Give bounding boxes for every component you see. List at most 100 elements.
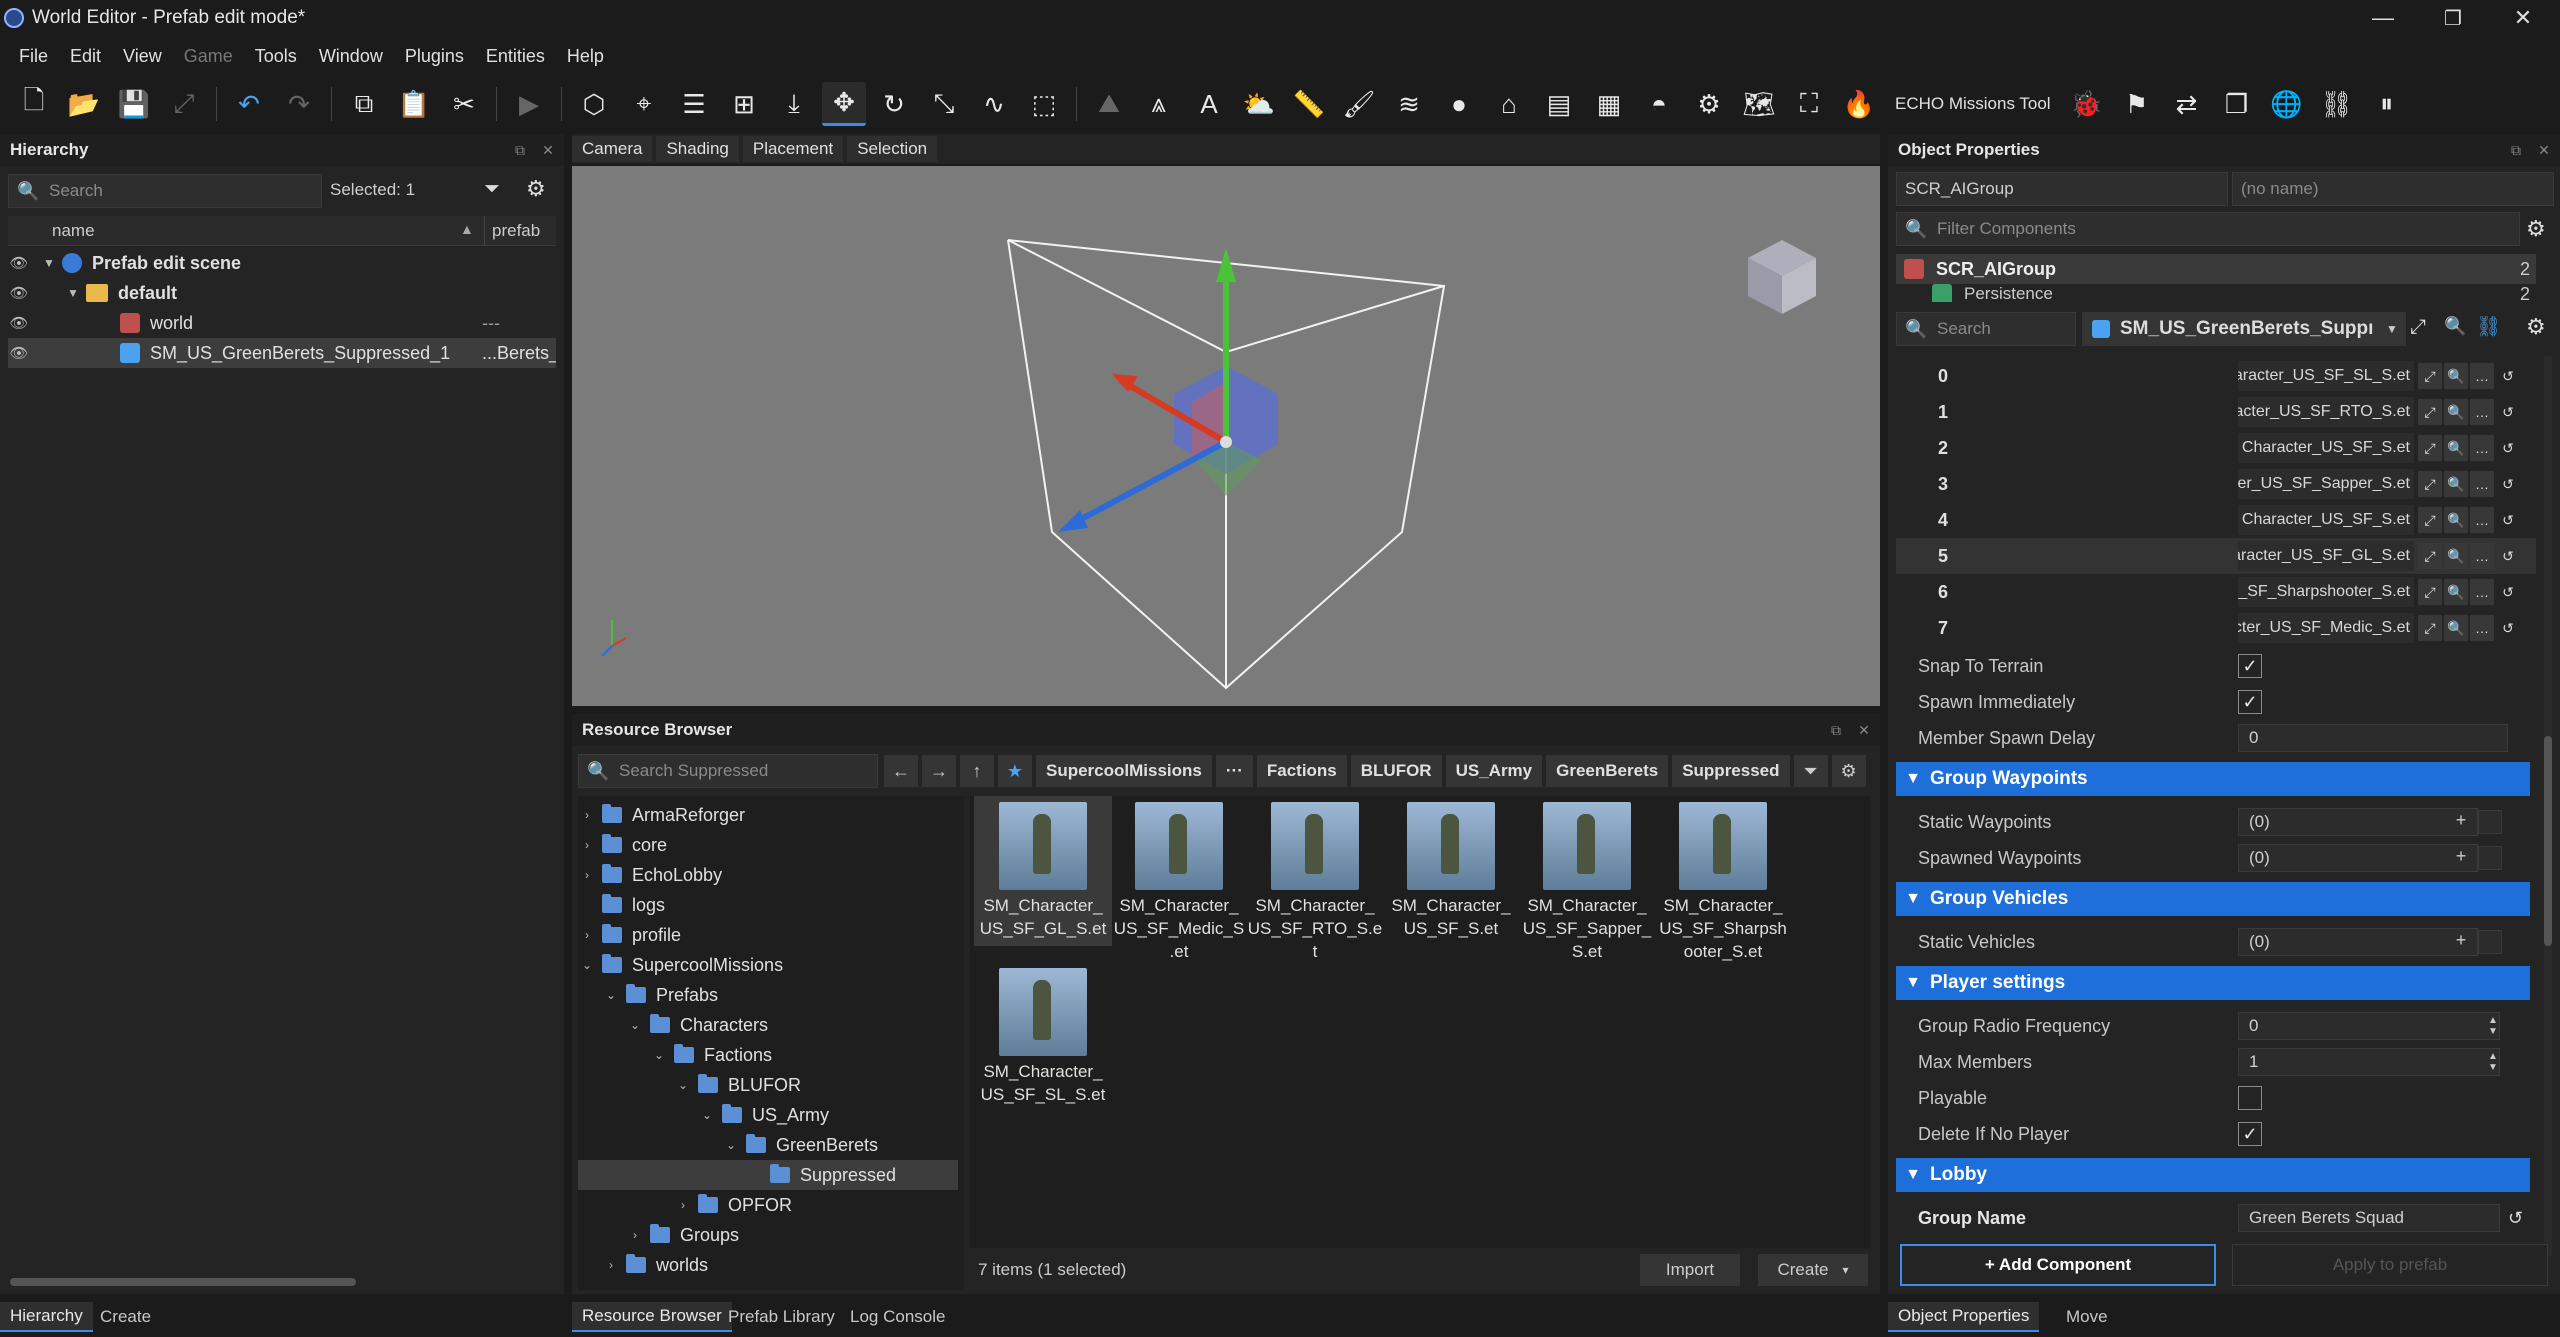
breadcrumb-item[interactable]: Factions	[1256, 755, 1347, 787]
file-item[interactable]: SM_Character_ US_SF_S.et	[1382, 796, 1520, 940]
export-icon[interactable]: ⤢	[162, 82, 206, 126]
save-icon[interactable]: 💾	[112, 82, 156, 126]
menu-entities[interactable]: Entities	[475, 46, 556, 67]
box-icon[interactable]: ▤	[1537, 82, 1581, 126]
group-radio-frequency-input[interactable]: 0	[2238, 1012, 2500, 1040]
property-search-input[interactable]: 🔍 Search	[1896, 312, 2076, 346]
play-icon[interactable]: ▶	[507, 82, 551, 126]
tree-folder-profile[interactable]: › profile	[580, 920, 681, 950]
open-external-icon[interactable]: ⤢	[2418, 435, 2442, 461]
file-item[interactable]: SM_Character_ US_SF_SL_S.et	[974, 962, 1112, 1106]
stack-icon[interactable]: ❐	[2215, 82, 2259, 126]
section-group-waypoints[interactable]: ▼ Group Waypoints	[1896, 762, 2530, 796]
cut-icon[interactable]: ✂	[442, 82, 486, 126]
array-row[interactable]: 4 Character_US_SF_S.et ⤢ 🔍… ↺	[1896, 502, 2536, 538]
tab-prefab-library[interactable]: Prefab Library	[718, 1302, 845, 1332]
spinner-arrows-icon[interactable]: ▲ ▼	[2488, 1051, 2498, 1073]
tree-folder-us-army[interactable]: ⌄ US_Army	[700, 1100, 829, 1130]
curve-tool-icon[interactable]: ∿	[972, 82, 1016, 126]
forward-arrow-icon[interactable]: →	[922, 755, 956, 787]
reset-icon[interactable]: ↺	[2496, 615, 2520, 641]
reset-icon[interactable]: ↺	[2496, 579, 2520, 605]
breadcrumb-item[interactable]: GreenBerets	[1546, 755, 1669, 787]
more-icon[interactable]: …	[2470, 615, 2494, 641]
settings-gear-icon[interactable]: ⚙	[526, 176, 546, 202]
tab-hierarchy[interactable]: Hierarchy	[0, 1302, 93, 1332]
settings-gear-icon[interactable]: ⚙	[2526, 216, 2546, 242]
map-icon[interactable]: 🗺	[1737, 82, 1781, 126]
menu-file[interactable]: File	[8, 46, 59, 67]
column-prefab[interactable]: prefab	[492, 221, 540, 241]
add-icon[interactable]: +	[2450, 846, 2472, 870]
search-icon[interactable]: 🔍	[2444, 363, 2468, 389]
tree-row-prefab-scene[interactable]: 👁 ▼ Prefab edit scene	[8, 248, 556, 278]
target-icon[interactable]: ⌖	[622, 82, 666, 126]
open-external-icon[interactable]: ⤢	[2418, 399, 2442, 425]
search-icon[interactable]: 🔍	[2444, 399, 2468, 425]
sphere-icon[interactable]: ●	[1437, 82, 1481, 126]
tree-row-greenberets[interactable]: 👁 SM_US_GreenBerets_Suppressed_1 ...Bere…	[8, 338, 556, 368]
add-component-button[interactable]: + Add Component	[1900, 1244, 2216, 1286]
menu-help[interactable]: Help	[556, 46, 615, 67]
panel-close-icon[interactable]: ✕	[2536, 142, 2552, 158]
more-icon[interactable]: …	[2470, 471, 2494, 497]
file-item[interactable]: SM_Character_ US_SF_Sharpsh ooter_S.et	[1654, 796, 1792, 963]
more-icon[interactable]: …	[2470, 399, 2494, 425]
group-name-input[interactable]: Green Berets Squad	[2238, 1204, 2500, 1232]
filter-icon[interactable]: ⏷	[484, 178, 500, 201]
rotate-tool-icon[interactable]: ↻	[872, 82, 916, 126]
spinner-arrows-icon[interactable]: ▲ ▼	[2488, 1015, 2498, 1037]
ruler-icon[interactable]: 📏	[1287, 82, 1331, 126]
array-row[interactable]: 3Character_US_SF_Sapper_S.et⤢🔍…↺	[1896, 466, 2536, 502]
array-options-box[interactable]	[2478, 846, 2502, 870]
tab-shading[interactable]: Shading	[656, 136, 739, 162]
gears-icon[interactable]: ⚙	[1687, 82, 1731, 126]
more-icon[interactable]: …	[2470, 363, 2494, 389]
breadcrumb-item[interactable]: ···	[1215, 755, 1253, 787]
reset-icon[interactable]: ↺	[2496, 399, 2520, 425]
3d-viewport[interactable]	[572, 166, 1880, 706]
array-options-box[interactable]	[2478, 930, 2502, 954]
array-row[interactable]: 7Character_US_SF_Medic_S.et⤢🔍…↺	[1896, 610, 2536, 646]
settings-gear-icon[interactable]: ⚙	[1831, 755, 1866, 787]
chevron-down-icon[interactable]: ▼	[2378, 312, 2406, 346]
prefab-reference-field[interactable]: SM_US_GreenBerets_Suppı	[2082, 312, 2378, 346]
tab-object-properties[interactable]: Object Properties	[1888, 1302, 2040, 1332]
visibility-eye-icon[interactable]: 👁	[8, 314, 30, 332]
component-row[interactable]: SCR_AIGroup 2	[1896, 254, 2536, 284]
open-external-icon[interactable]: ⤢	[2418, 543, 2442, 569]
panel-close-icon[interactable]: ✕	[540, 142, 556, 158]
delete-if-no-player-checkbox[interactable]: ✓	[2238, 1122, 2262, 1146]
tree-folder-echolobby[interactable]: › EchoLobby	[580, 860, 722, 890]
visibility-eye-icon[interactable]: 👁	[8, 254, 30, 272]
tab-create[interactable]: Create	[90, 1302, 161, 1332]
breadcrumb-item[interactable]: BLUFOR	[1350, 755, 1442, 787]
hierarchy-search-input[interactable]: 🔍 Search	[8, 174, 322, 208]
float-icon[interactable]: ⧉	[512, 142, 528, 158]
array-options-box[interactable]	[2478, 810, 2502, 834]
array-row[interactable]: 2 Character_US_SF_S.et ⤢ 🔍… ↺	[1896, 430, 2536, 466]
globe-icon[interactable]: 🌐	[2265, 82, 2309, 126]
visibility-eye-icon[interactable]: 👁	[8, 284, 30, 302]
breadcrumb-item[interactable]: US_Army	[1445, 755, 1543, 787]
tree-folder-prefabs[interactable]: ⌄ Prefabs	[604, 980, 718, 1010]
section-group-vehicles[interactable]: ▼ Group Vehicles	[1896, 882, 2530, 916]
reset-icon[interactable]: ↺	[2496, 435, 2520, 461]
bug-icon[interactable]: 🐞	[2065, 82, 2109, 126]
spawned-waypoints-field[interactable]: (0)	[2238, 844, 2478, 872]
more-icon[interactable]: …	[2470, 543, 2494, 569]
cube-icon[interactable]: ⬡	[572, 82, 616, 126]
menu-tools[interactable]: Tools	[244, 46, 308, 67]
flame-icon[interactable]: 🔥	[1837, 82, 1881, 126]
search-icon[interactable]: 🔍	[2444, 435, 2468, 461]
select-rect-icon[interactable]: ⬚	[1022, 82, 1066, 126]
array-row[interactable]: 5Character_US_SF_GL_S.et⤢🔍…↺	[1896, 538, 2536, 574]
tree-folder-characters[interactable]: ⌄ Characters	[628, 1010, 768, 1040]
echo-missions-tool-button[interactable]: ECHO Missions Tool	[1887, 84, 2059, 124]
open-external-icon[interactable]: ⤢	[2418, 471, 2442, 497]
gizmo-arrow-y[interactable]	[1216, 248, 1236, 282]
reset-icon[interactable]: ↺	[2496, 507, 2520, 533]
tab-resource-browser[interactable]: Resource Browser	[572, 1302, 732, 1332]
redo-icon[interactable]: ↷	[277, 82, 321, 126]
more-icon[interactable]: …	[2470, 579, 2494, 605]
